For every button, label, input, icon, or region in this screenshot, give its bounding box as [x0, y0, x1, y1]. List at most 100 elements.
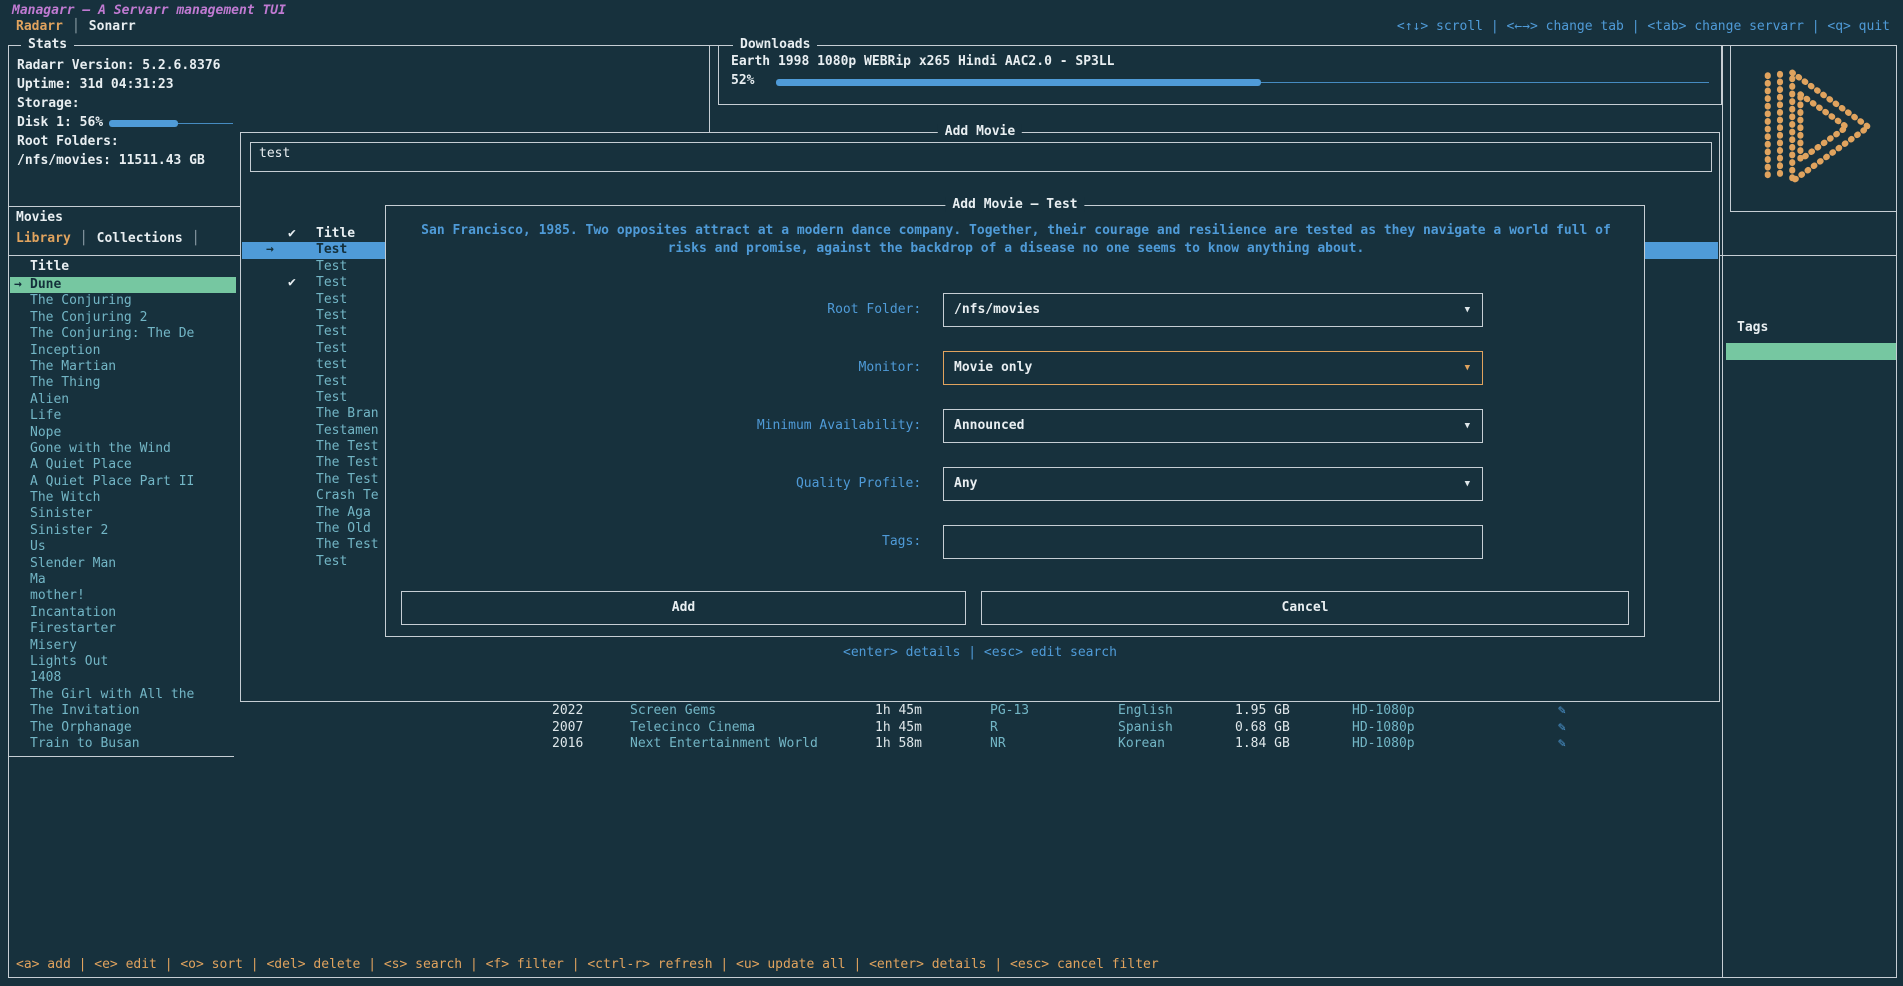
movie-title: Misery — [30, 638, 77, 654]
search-input-box[interactable] — [250, 142, 1712, 172]
movie-title: The Thing — [30, 375, 100, 391]
search-input[interactable] — [259, 146, 1646, 161]
table-row[interactable]: The Orphanage2007Telecinco Cinema1h 45mR… — [10, 720, 1897, 736]
result-title: Test — [316, 275, 347, 291]
selection-arrow-icon: → — [266, 242, 274, 258]
result-title: Test — [316, 292, 347, 308]
app-title: Managarr – A Servarr management TUI — [12, 3, 286, 18]
root-folder-row: Root Folder: /nfs/movies ▼ — [386, 293, 1644, 327]
result-title: The Aga — [316, 505, 371, 521]
uptime: Uptime: 31d 04:31:23 — [17, 77, 174, 92]
top-keybind-hints: <↑↓> scroll | <←→> change tab | <tab> ch… — [1397, 19, 1890, 34]
movie-title: The Conjuring — [30, 293, 132, 309]
movie-title: Incantation — [30, 605, 116, 621]
tab-collections[interactable]: Collections — [97, 231, 183, 246]
downloads-panel: Downloads Earth 1998 1080p WEBRip x265 H… — [718, 45, 1722, 105]
root-folder-value: /nfs/movies: 11511.43 GB — [17, 153, 205, 168]
quality-profile-row: Quality Profile: Any ▼ — [386, 467, 1644, 501]
tab-library[interactable]: Library — [16, 231, 71, 246]
result-title: test — [316, 357, 347, 373]
movie-title: Firestarter — [30, 621, 116, 637]
table-row[interactable]: The Invitation2022Screen Gems1h 45mPG-13… — [10, 703, 1897, 719]
logo-panel — [1730, 45, 1897, 212]
download-progress-bar — [776, 79, 1709, 86]
download-item: Earth 1998 1080p WEBRip x265 Hindi AAC2.… — [731, 54, 1115, 69]
minimum-availability-label: Minimum Availability: — [386, 409, 929, 443]
movie-title: 1408 — [30, 670, 61, 686]
movie-title: The Witch — [30, 490, 100, 506]
download-progress-fill — [776, 79, 1261, 86]
movie-title: The Orphanage — [30, 720, 132, 736]
monitor-row: Monitor: Movie only ▼ — [386, 351, 1644, 385]
movie-title: Nope — [30, 425, 61, 441]
selected-tag-highlight[interactable] — [1726, 343, 1896, 360]
quality-profile-select[interactable]: Any ▼ — [943, 467, 1483, 501]
quality-profile-value: Any — [954, 468, 977, 500]
result-title: Test — [316, 324, 347, 340]
servarr-tab-bar: Radarr │ Sonarr — [16, 19, 136, 34]
chevron-down-icon: ▼ — [1465, 294, 1470, 326]
result-title: Testamen — [316, 423, 379, 439]
result-title: The Test — [316, 472, 379, 488]
result-title: The Test — [316, 439, 379, 455]
tags-input[interactable] — [943, 525, 1483, 559]
movie-language: Spanish — [1118, 720, 1173, 736]
add-movie-modal: Add Movie – Test San Francisco, 1985. Tw… — [385, 205, 1645, 637]
search-keybind-hints: <enter> details | <esc> edit search — [240, 645, 1720, 660]
movie-runtime: 1h 45m — [875, 720, 922, 736]
add-button[interactable]: Add — [401, 591, 966, 625]
minimum-availability-row: Minimum Availability: Announced ▼ — [386, 409, 1644, 443]
movie-size: 1.95 GB — [1235, 703, 1290, 719]
movie-quality: HD-1080p — [1352, 703, 1415, 719]
movie-title: Gone with the Wind — [30, 441, 171, 457]
result-title: The Test — [316, 455, 379, 471]
tab-radarr[interactable]: Radarr — [16, 19, 63, 34]
movie-title: Alien — [30, 392, 69, 408]
movie-size: 0.68 GB — [1235, 720, 1290, 736]
chevron-down-icon: ▼ — [1465, 352, 1470, 384]
tab-separator: │ — [192, 231, 200, 246]
minimum-availability-select[interactable]: Announced ▼ — [943, 409, 1483, 443]
result-title: Test — [316, 242, 347, 258]
movie-runtime: 1h 45m — [875, 703, 922, 719]
movie-title: mother! — [30, 588, 85, 604]
movie-year: 2016 — [552, 736, 583, 752]
tab-separator: │ — [72, 19, 80, 34]
stats-panel-title: Stats — [21, 37, 74, 52]
tab-separator: │ — [80, 231, 88, 246]
movie-studio: Screen Gems — [630, 703, 716, 719]
movie-title: The Conjuring 2 — [30, 310, 147, 326]
movie-title: Inception — [30, 343, 100, 359]
root-folders-label: Root Folders: — [17, 134, 119, 149]
movie-year: 2007 — [552, 720, 583, 736]
selection-arrow-icon: → — [14, 277, 22, 293]
disk-usage-bar — [109, 120, 233, 127]
movie-title: A Quiet Place Part II — [30, 474, 194, 490]
result-title: Test — [316, 259, 347, 275]
result-title: The Test — [316, 537, 379, 553]
table-row[interactable]: Train to Busan2016Next Entertainment Wor… — [10, 736, 1897, 752]
pen-icon: ✎ — [1558, 703, 1566, 719]
movie-title: The Girl with All the — [30, 687, 194, 703]
movie-language: English — [1118, 703, 1173, 719]
library-title-header: Title — [30, 259, 69, 274]
download-progress-track — [1261, 82, 1709, 83]
root-folder-select[interactable]: /nfs/movies ▼ — [943, 293, 1483, 327]
right-divider — [1722, 45, 1723, 978]
managarr-play-logo-icon — [1746, 61, 1882, 193]
managarr-screen: Managarr – A Servarr management TUI Rada… — [0, 0, 1903, 986]
movie-title: The Invitation — [30, 703, 140, 719]
chevron-down-icon: ▼ — [1465, 410, 1470, 442]
root-folder-value: /nfs/movies — [954, 294, 1040, 326]
modal-title: Add Movie – Test — [945, 197, 1084, 212]
result-title: Test — [316, 554, 347, 570]
tab-sonarr[interactable]: Sonarr — [89, 19, 136, 34]
movie-title: Us — [30, 539, 46, 555]
add-movie-panel-title: Add Movie — [938, 124, 1022, 139]
movie-title: Lights Out — [30, 654, 108, 670]
cancel-button[interactable]: Cancel — [981, 591, 1629, 625]
disk-usage-label: Disk 1: 56% — [17, 115, 103, 130]
movie-size: 1.84 GB — [1235, 736, 1290, 752]
movie-quality: HD-1080p — [1352, 736, 1415, 752]
monitor-select[interactable]: Movie only ▼ — [943, 351, 1483, 385]
